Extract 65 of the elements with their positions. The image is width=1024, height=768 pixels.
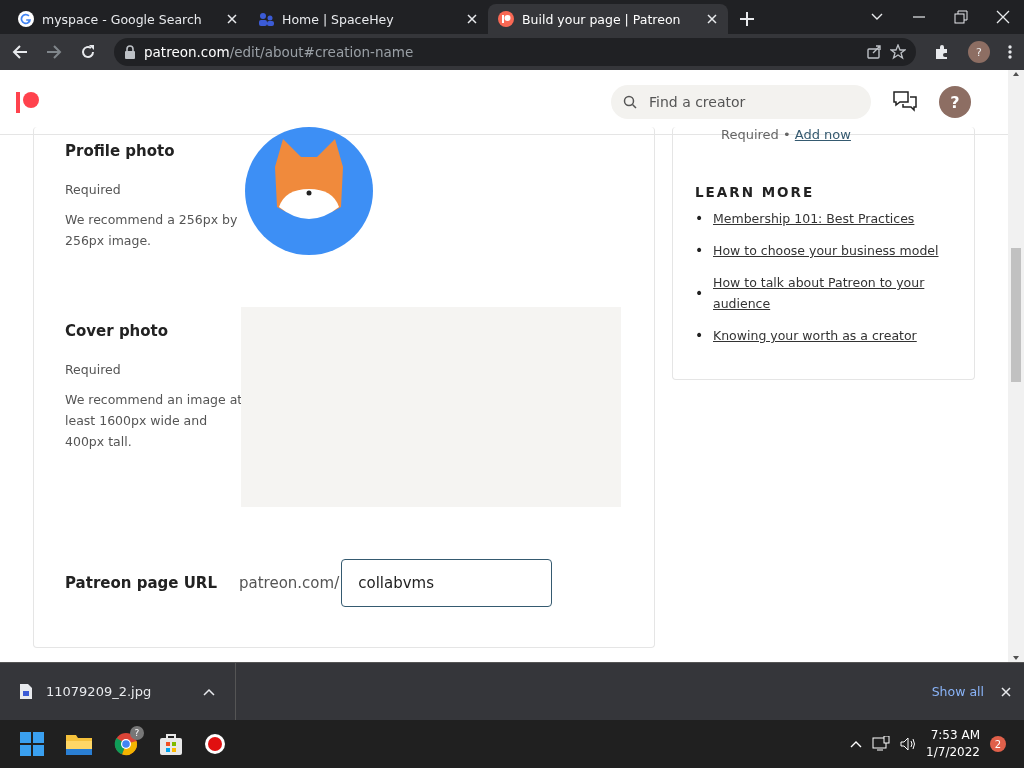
article-link[interactable]: Membership 101: Best Practices <box>713 208 915 229</box>
profile-avatar[interactable]: ? <box>968 41 990 63</box>
record-icon[interactable] <box>204 733 226 755</box>
search-icon <box>623 95 637 109</box>
show-all-button[interactable]: Show all <box>925 683 990 700</box>
network-icon[interactable] <box>872 736 891 752</box>
folder-icon[interactable] <box>66 733 92 755</box>
bullet-text: • <box>695 209 705 228</box>
browser-tab[interactable]: myspace - Google Search <box>8 4 248 34</box>
forward-icon[interactable] <box>46 44 62 60</box>
close-icon[interactable] <box>706 13 718 25</box>
section-heading: LEARN MORE <box>695 184 816 200</box>
url-input-field[interactable]: collabvms <box>341 559 553 607</box>
add-now-link[interactable]: Add now <box>794 127 851 142</box>
people-icon <box>258 11 274 27</box>
bullet-text: • <box>695 241 705 260</box>
address-bar[interactable]: patreon.com/edit/about#creation-name <box>114 38 916 66</box>
back-icon[interactable] <box>12 44 28 60</box>
profile-badge: ? <box>130 726 144 740</box>
chat-bubbles-icon[interactable] <box>893 91 917 113</box>
close-icon[interactable] <box>226 13 238 25</box>
article-link[interactable]: How to choose your business model <box>713 240 939 261</box>
scroll-thumb[interactable] <box>1011 248 1021 382</box>
required-text: Required <box>65 362 122 377</box>
more-icon[interactable] <box>1008 44 1012 60</box>
hint-text: We recommend a 256px by 256px image. <box>65 211 239 250</box>
search-field[interactable]: Find a creator <box>647 93 847 111</box>
close-icon[interactable] <box>466 13 478 25</box>
scrollbar[interactable] <box>1008 70 1024 662</box>
required-text: Required <box>65 182 122 197</box>
chevron-up-icon[interactable] <box>203 687 215 696</box>
article-link[interactable]: How to talk about Patreon to your audience <box>713 272 964 314</box>
clock-time: 7:53 AM <box>929 727 980 744</box>
search-bar[interactable]: Find a creator <box>611 85 871 119</box>
google-g-icon <box>18 11 34 27</box>
bullet-text: • <box>695 326 705 345</box>
clock-button[interactable]: 7:53 AM 1/7/2022 <box>926 727 980 761</box>
field-label: Profile photo <box>65 142 176 160</box>
required-text: Required • <box>721 127 792 142</box>
patreon-logo-icon[interactable] <box>16 91 40 113</box>
browser-tab[interactable]: Home | SpaceHey <box>248 4 488 34</box>
user-avatar[interactable]: ? <box>939 86 971 118</box>
url-text[interactable]: patreon.com/edit/about#creation-name <box>144 44 414 60</box>
close-icon[interactable] <box>996 10 1010 24</box>
puzzle-icon[interactable] <box>934 44 950 60</box>
lock-icon <box>124 45 136 59</box>
volume-icon[interactable] <box>900 737 917 751</box>
notification-badge[interactable]: 2 <box>990 736 1006 752</box>
field-label: Patreon page URL <box>65 574 218 592</box>
clock-date: 1/7/2022 <box>926 744 980 761</box>
reload-icon[interactable] <box>80 44 96 60</box>
restore-icon[interactable] <box>954 10 968 24</box>
field-label: Cover photo <box>65 322 170 340</box>
store-icon[interactable] <box>160 733 182 755</box>
bullet-text: • <box>695 283 705 303</box>
windows-start-icon[interactable] <box>20 732 44 756</box>
file-icon <box>20 684 32 699</box>
share-icon[interactable] <box>866 44 882 60</box>
hint-text: We recommend an image at least 1600px wide and 400px tall. <box>65 391 243 451</box>
url-prefix: patreon.com/ <box>239 574 340 592</box>
browser-tab[interactable]: Build your page | Patreon <box>488 4 728 34</box>
article-link[interactable]: Knowing your worth as a creator <box>713 325 917 346</box>
patreon-logo-icon <box>498 11 514 27</box>
close-icon[interactable] <box>1000 685 1012 698</box>
star-icon[interactable] <box>890 44 906 60</box>
